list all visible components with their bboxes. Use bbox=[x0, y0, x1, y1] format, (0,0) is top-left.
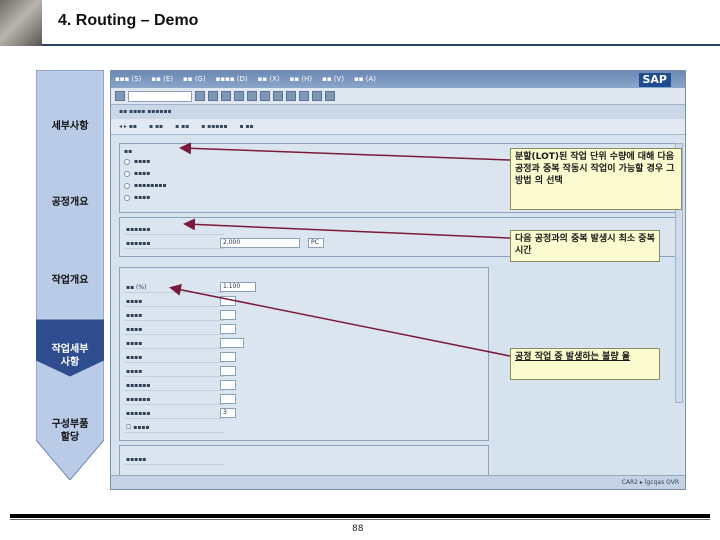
nav-item-process-overview[interactable]: 공정개요 bbox=[36, 196, 104, 209]
nav-item-work-details[interactable]: 작업세부 사항 bbox=[36, 343, 104, 369]
field-label: ▪▪▪▪▪▪ bbox=[124, 408, 224, 419]
sap-logo: SAP bbox=[638, 73, 671, 87]
field-label: ▪▪▪▪▪ bbox=[124, 454, 224, 465]
overlap-option-3[interactable]: ▪▪▪▪▪▪▪▪ bbox=[124, 182, 167, 193]
lot-split-callout: 분할(LOT)된 작업 단위 수량에 대해 다음 공정과 중복 작동시 작업이 … bbox=[510, 148, 682, 210]
enter-icon[interactable] bbox=[115, 91, 125, 101]
nav-item-component-assignment[interactable]: 구성부품 할당 bbox=[36, 418, 104, 444]
print-icon[interactable] bbox=[247, 91, 257, 101]
field-label: ▪▪▪▪ bbox=[124, 296, 224, 307]
min-overlap-time-label: ▪▪▪▪▪▪ bbox=[124, 224, 224, 235]
unit-input[interactable]: PC bbox=[308, 238, 324, 248]
field-label: ▪▪▪▪ bbox=[124, 324, 224, 335]
find-icon[interactable] bbox=[260, 91, 270, 101]
checkbox-label[interactable]: ☐ ▪▪▪▪ bbox=[124, 422, 224, 433]
field-input[interactable] bbox=[220, 310, 236, 320]
footer-thin-divider bbox=[10, 519, 710, 520]
section-navigation: 세부사항 공정개요 작업개요 작업세부 사항 구성부품 할당 bbox=[36, 70, 104, 480]
overlap-option-2[interactable]: ▪▪▪▪ bbox=[124, 170, 150, 181]
first-page-icon[interactable] bbox=[273, 91, 283, 101]
sap-screen-title: ▪▪ ▪▪▪▪ ▪▪▪▪▪▪ bbox=[111, 105, 685, 119]
overlap-option-1[interactable]: ▪▪▪▪ bbox=[124, 158, 150, 169]
field-label: ▪▪▪▪ bbox=[124, 352, 224, 363]
field-input[interactable] bbox=[220, 324, 236, 334]
overlap-time-callout: 다음 공정과의 중복 발생시 최소 중복 시간 bbox=[510, 230, 660, 262]
footer-divider bbox=[10, 514, 710, 518]
sap-toolbar bbox=[111, 88, 685, 105]
command-field[interactable] bbox=[128, 90, 192, 102]
radio-button[interactable] bbox=[124, 170, 130, 177]
field-input[interactable] bbox=[220, 338, 244, 348]
slide-title: 4. Routing – Demo bbox=[58, 12, 199, 29]
overlap-option-4[interactable]: ▪▪▪▪ bbox=[124, 194, 150, 205]
scrap-percent-input[interactable]: 1.100 bbox=[220, 282, 256, 292]
count-input[interactable]: 3 bbox=[220, 408, 236, 418]
scrap-percent-label: ▪▪ (%) bbox=[124, 282, 224, 293]
company-logo bbox=[0, 0, 42, 46]
general-data-section: ▪▪ (%) 1.100 ▪▪▪▪ ▪▪▪▪ ▪▪▪▪ ▪▪▪▪ ▪▪▪▪ ▪▪… bbox=[119, 267, 489, 441]
radio-button[interactable] bbox=[124, 194, 130, 201]
sap-menubar[interactable]: ▪▪▪ (S) ▪▪ (E) ▪▪ (G) ▪▪▪▪ (D) ▪▪ (X) ▪▪ (H) ▪… bbox=[111, 71, 685, 88]
radio-button[interactable] bbox=[124, 158, 130, 165]
field-input[interactable] bbox=[220, 394, 236, 404]
field-input[interactable] bbox=[220, 366, 236, 376]
last-page-icon[interactable] bbox=[312, 91, 322, 101]
sap-window: ▪▪▪ (S) ▪▪ (E) ▪▪ (G) ▪▪▪▪ (D) ▪▪ (X) ▪▪ (H) ▪… bbox=[110, 70, 686, 490]
nav-item-details[interactable]: 세부사항 bbox=[36, 120, 104, 133]
prev-page-icon[interactable] bbox=[286, 91, 296, 101]
next-page-icon[interactable] bbox=[299, 91, 309, 101]
field-input[interactable] bbox=[220, 296, 236, 306]
scrap-callout: 공정 작업 중 발생하는 불량 율 bbox=[510, 348, 660, 380]
field-label: ▪▪▪▪ bbox=[124, 366, 224, 377]
nav-item-work-overview[interactable]: 작업개요 bbox=[36, 274, 104, 287]
transport-section: ▪▪▪▪▪ bbox=[119, 445, 489, 479]
field-input[interactable] bbox=[220, 352, 236, 362]
title-divider bbox=[42, 44, 720, 46]
field-label: ▪▪▪▪ bbox=[124, 310, 224, 321]
min-transfer-qty-label: ▪▪▪▪▪▪ bbox=[124, 238, 224, 249]
page-number: 88 bbox=[352, 524, 364, 534]
field-input[interactable] bbox=[220, 380, 236, 390]
field-label: ▪▪▪▪▪▪ bbox=[124, 380, 224, 391]
back-icon[interactable] bbox=[208, 91, 218, 101]
cancel-icon[interactable] bbox=[234, 91, 244, 101]
sap-status-bar: CAR2 ▸ lgcqas OVR bbox=[111, 475, 685, 489]
sap-application-toolbar: ◂ ▸ ▪▪ ▪ ▪▪ ▪ ▪▪ ▪ ▪▪▪▪▪ ▪ ▪▪ bbox=[111, 119, 685, 135]
help-icon[interactable] bbox=[325, 91, 335, 101]
exit-icon[interactable] bbox=[221, 91, 231, 101]
min-transfer-qty-input[interactable]: 2,000 bbox=[220, 238, 300, 248]
save-icon[interactable] bbox=[195, 91, 205, 101]
radio-button[interactable] bbox=[124, 182, 130, 189]
field-label: ▪▪▪▪ bbox=[124, 338, 224, 349]
field-label: ▪▪▪▪▪▪ bbox=[124, 394, 224, 405]
